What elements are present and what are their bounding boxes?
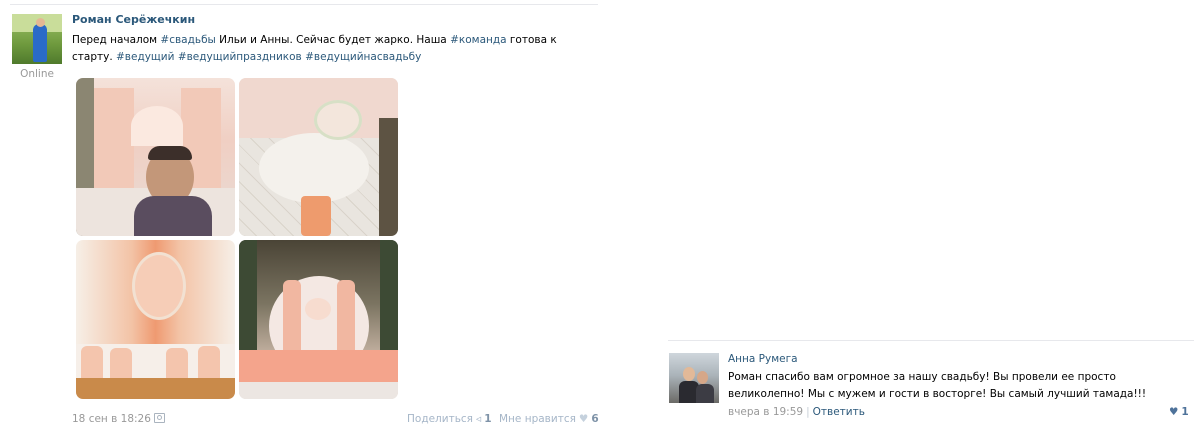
divider xyxy=(668,340,1194,341)
comment-like-button[interactable]: ♥ 1 xyxy=(1169,406,1189,418)
share-count: 1 xyxy=(484,413,492,425)
hashtag-link[interactable]: #ведущийпраздников xyxy=(178,51,302,63)
commenter-avatar[interactable] xyxy=(669,353,719,403)
post-text-fragment: Ильи и Анны. Сейчас будет жарко. Наша xyxy=(215,34,451,46)
comment-like-count: 1 xyxy=(1181,406,1189,418)
post-text-fragment: Перед началом xyxy=(72,34,161,46)
post-author-name[interactable]: Роман Серёжечкин xyxy=(72,13,195,26)
share-button[interactable]: Поделиться ◃ 1 xyxy=(407,413,492,425)
reply-button[interactable]: Ответить xyxy=(813,406,865,418)
hashtag-link[interactable]: #ведущийнасвадьбу xyxy=(305,51,421,63)
like-count: 6 xyxy=(591,413,599,425)
comment-text: Роман спасибо вам огромное за нашу свадь… xyxy=(728,371,1147,400)
photo-wedding-backdrop[interactable] xyxy=(76,240,235,399)
separator: | xyxy=(806,406,810,418)
photo-wedding-table-flowers[interactable] xyxy=(239,78,398,236)
comment-date[interactable]: вчера в 19:59 xyxy=(728,406,803,418)
hashtag-link[interactable]: #команда xyxy=(450,34,506,46)
divider xyxy=(10,4,598,5)
post: Online Роман Серёжечкин Перед началом #с… xyxy=(0,0,600,429)
like-label: Мне нравится xyxy=(499,413,576,425)
heart-icon: ♥ xyxy=(578,413,589,425)
post-date-text[interactable]: 18 сен в 18:26 xyxy=(72,413,151,425)
hashtag-link[interactable]: #свадьбы xyxy=(160,34,215,46)
comment-author-name[interactable]: Анна Румега xyxy=(728,353,798,365)
post-text: Перед началом #свадьбы Ильи и Анны. Сейч… xyxy=(72,32,597,66)
heart-icon: ♥ xyxy=(1169,406,1179,418)
post-date[interactable]: 18 сен в 18:26 xyxy=(72,413,165,425)
author-avatar[interactable] xyxy=(12,14,62,64)
megaphone-icon: ◃ xyxy=(475,413,482,425)
like-button[interactable]: Мне нравится ♥ 6 xyxy=(499,413,599,425)
share-label: Поделиться xyxy=(407,413,473,425)
camera-icon xyxy=(153,413,165,423)
hashtag-link[interactable]: #ведущий xyxy=(116,51,174,63)
photo-wedding-arch[interactable] xyxy=(239,240,398,399)
comment: Анна Румега Роман спасибо вам огромное з… xyxy=(660,336,1200,429)
comment-footer: вчера в 19:59 | Ответить xyxy=(728,406,865,418)
photo-wedding-hall-host[interactable] xyxy=(76,78,235,236)
online-status: Online xyxy=(20,68,54,80)
